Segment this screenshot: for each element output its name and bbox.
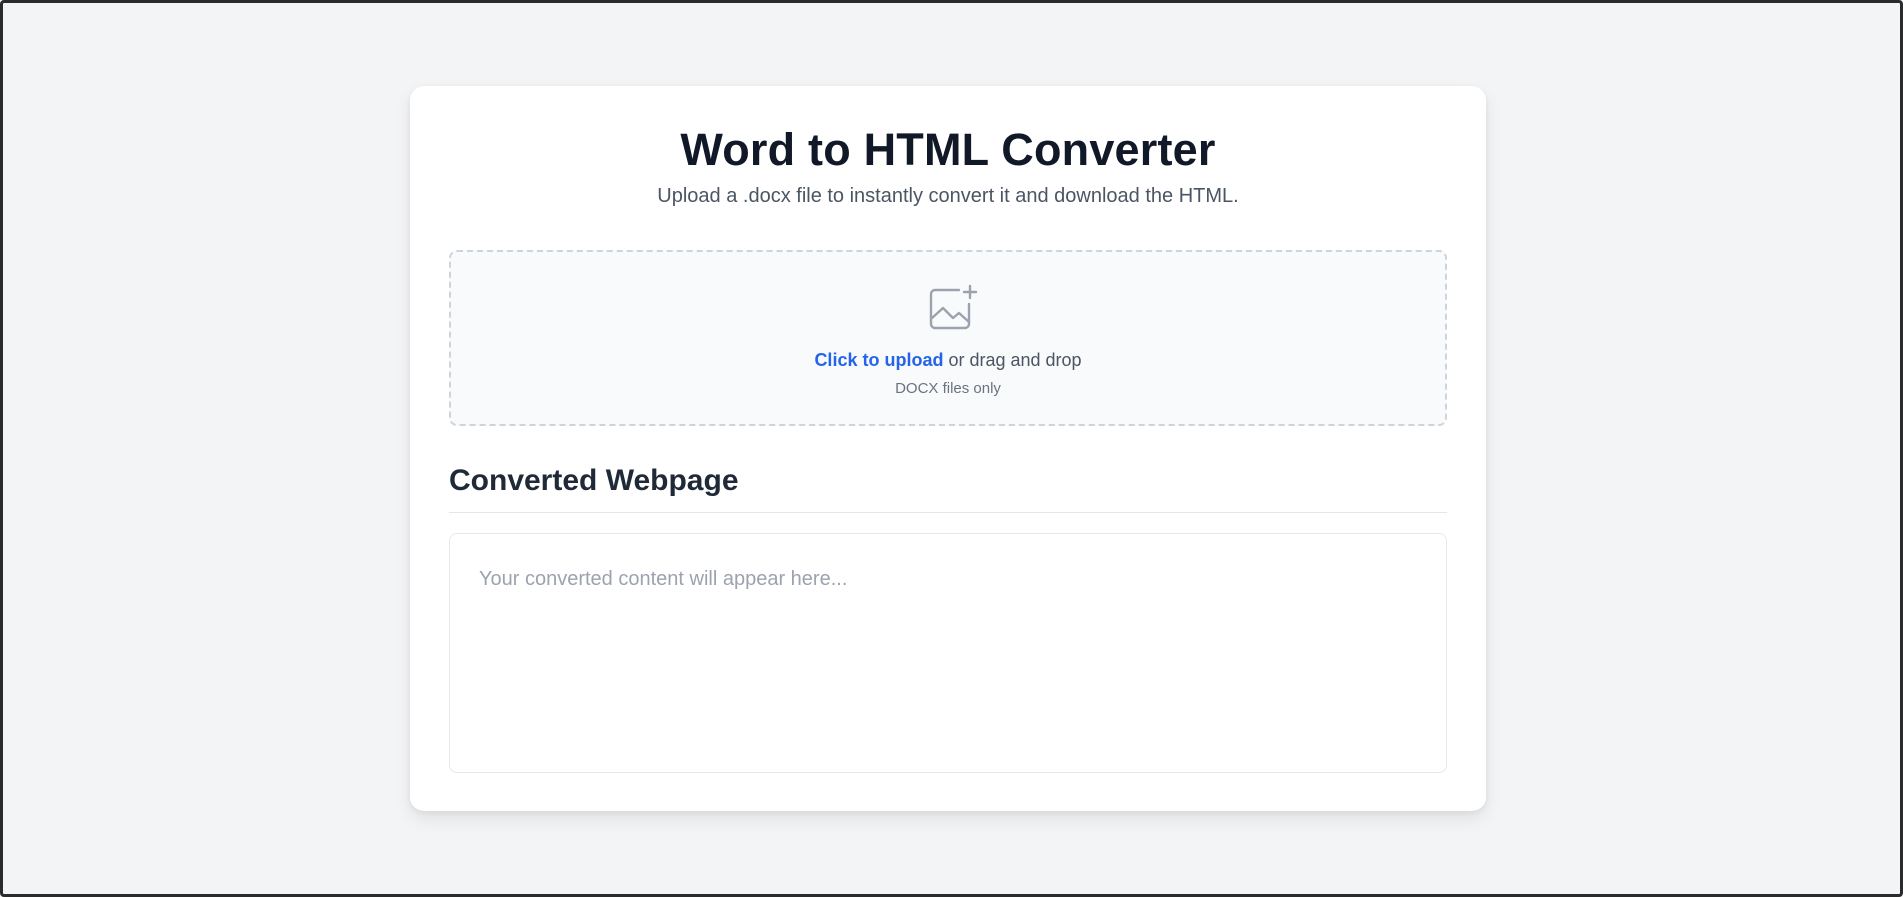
page-title: Word to HTML Converter <box>680 124 1216 175</box>
upload-dropzone[interactable]: Click to upload or drag and drop DOCX fi… <box>449 250 1447 426</box>
upload-instructions: Click to upload or drag and drop <box>451 350 1445 371</box>
output-placeholder: Your converted content will appear here.… <box>479 568 848 590</box>
image-add-icon <box>929 284 978 330</box>
drag-drop-text: or drag and drop <box>943 350 1082 370</box>
section-divider <box>449 512 1447 513</box>
file-type-hint: DOCX files only <box>895 380 1001 397</box>
converted-section-title: Converted Webpage <box>449 464 739 497</box>
converter-card: Word to HTML Converter Upload a .docx fi… <box>410 86 1486 811</box>
click-to-upload-link[interactable]: Click to upload <box>814 350 943 370</box>
page-subtitle: Upload a .docx file to instantly convert… <box>657 185 1239 207</box>
converted-output-panel: Your converted content will appear here.… <box>449 533 1447 773</box>
